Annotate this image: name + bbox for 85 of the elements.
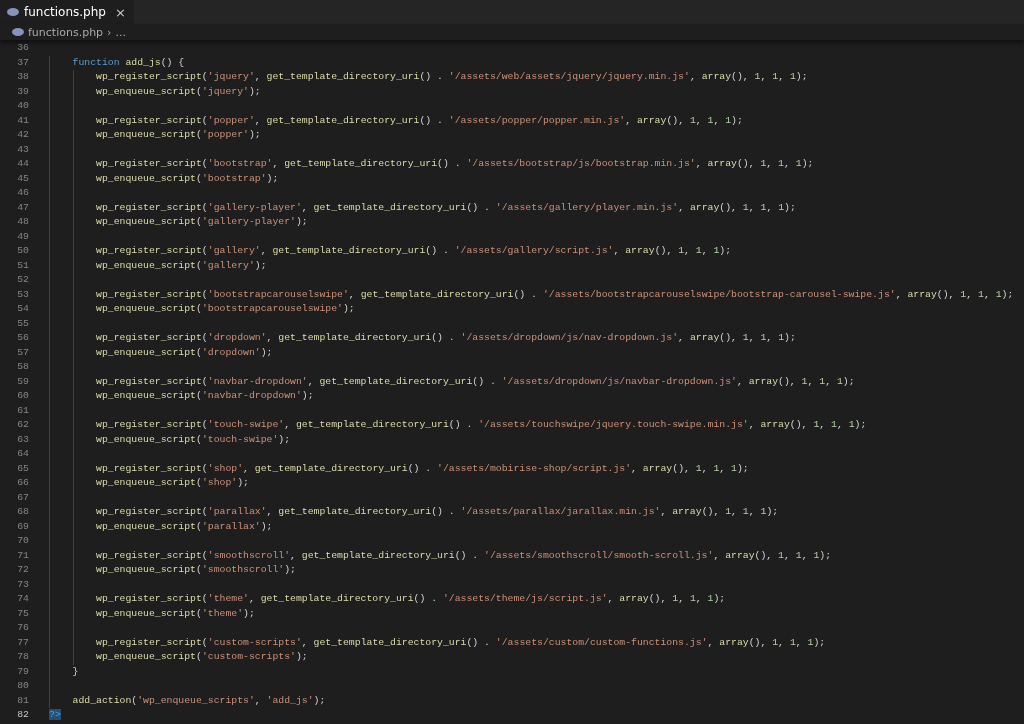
- line-number: 41: [16, 113, 29, 128]
- code-line: wp_enqueue_script('jquery');: [95, 85, 261, 97]
- line-number: 37: [16, 55, 29, 70]
- breadcrumb-item[interactable]: ...: [115, 25, 126, 39]
- line-number: 72: [16, 563, 29, 577]
- code-line: wp_enqueue_script('parallax');: [95, 520, 273, 532]
- line-number: 64: [16, 447, 29, 461]
- line-number: 49: [16, 229, 29, 244]
- code-line: wp_enqueue_script('touch-swipe');: [95, 433, 291, 445]
- line-number: 38: [16, 70, 29, 84]
- code-line: wp_register_script('popper', get_template_directory_uri() . '/assets/popper/popper.min.js', array(), 1, 1, 1);: [95, 114, 743, 126]
- line-number: 73: [16, 577, 29, 592]
- code-line: wp_enqueue_script('custom-scripts');: [95, 651, 308, 662]
- php-file-icon: [12, 28, 24, 36]
- code-line: wp_register_script('dropdown', get_template_directory_uri() . '/assets/dropdown/js/nav-dropdown.js', array(), 1, 1, 1);: [95, 332, 796, 343]
- code-line: wp_register_script('parallax', get_template_directory_uri() . '/assets/parallax/jarallax.min.js', array(), 1, 1, 1);: [95, 506, 779, 517]
- code-line: wp_register_script('shop', get_template_directory_uri() . '/assets/mobirise-shop/script.js', array(), 1, 1, 1);: [95, 462, 749, 474]
- line-number: 44: [16, 157, 29, 171]
- code-line: wp_enqueue_script('theme');: [95, 607, 255, 619]
- code-line: wp_enqueue_script('dropdown');: [95, 346, 273, 358]
- line-number: 60: [16, 389, 29, 403]
- line-number: 55: [16, 316, 29, 331]
- line-number: 71: [16, 548, 29, 563]
- line-number: 61: [16, 403, 29, 418]
- line-number: 69: [16, 519, 29, 534]
- code-line: }: [71, 665, 79, 677]
- line-number: 77: [16, 635, 29, 650]
- code-line: wp_enqueue_script('gallery-player');: [95, 216, 308, 227]
- line-number: 36: [16, 41, 29, 55]
- line-number: 68: [16, 505, 29, 519]
- code-line: wp_register_script('custom-scripts', get_template_directory_uri() . '/assets/custom/custom-functions.js', array(), 1, 1, 1);: [95, 636, 826, 648]
- code-line: function add_js() {: [71, 56, 185, 68]
- code-line: add_action('wp_enqueue_scripts', 'add_js');: [71, 694, 326, 706]
- breadcrumb-item[interactable]: functions.php: [28, 25, 104, 39]
- line-number: 74: [16, 592, 29, 606]
- line-number: 50: [16, 244, 29, 258]
- line-number: 46: [16, 186, 29, 200]
- code-line: wp_register_script('touch-swipe', get_template_directory_uri() . '/assets/touchswipe/jquery.touch-swipe.min.js', array(), 1, 1, 1);: [95, 419, 867, 430]
- line-number: 82: [16, 708, 29, 722]
- line-number: 40: [16, 99, 29, 113]
- code-line: wp_enqueue_script('shop');: [95, 477, 249, 488]
- code-line: wp_register_script('smoothscroll', get_template_directory_uri() . '/assets/smoothscroll/smooth-scroll.js', array(), 1, 1, 1);: [95, 549, 832, 561]
- code-line: wp_enqueue_script('gallery');: [95, 259, 267, 271]
- line-number: 59: [16, 374, 29, 389]
- code-line: wp_register_script('gallery-player', get_template_directory_uri() . '/assets/gallery/player.min.js', array(), 1, 1, 1);: [95, 201, 796, 213]
- line-number: 47: [16, 200, 29, 215]
- line-number: 65: [16, 461, 29, 476]
- code-line: wp_register_script('bootstrap', get_template_directory_uri() . '/assets/bootstrap/js/bootstrap.min.js', array(), 1, 1, 1);: [95, 158, 814, 169]
- line-number: 52: [16, 273, 29, 287]
- line-number: 63: [16, 432, 29, 447]
- line-number: 70: [16, 534, 29, 548]
- code-line: wp_enqueue_script('smoothscroll');: [95, 564, 296, 575]
- code-line: wp_enqueue_script('bootstrapcarouselswipe');: [95, 303, 355, 314]
- line-number: 62: [16, 418, 29, 432]
- editor-tab[interactable]: functions.php ×: [0, 0, 134, 24]
- line-number: 56: [16, 331, 29, 345]
- line-number: 42: [16, 128, 29, 142]
- line-number: 48: [16, 215, 29, 229]
- line-number: 39: [16, 84, 29, 99]
- code-line: wp_enqueue_script('popper');: [95, 129, 261, 140]
- line-number: 53: [16, 287, 29, 302]
- code-line: wp_register_script('bootstrapcarouselswipe', get_template_directory_uri() . '/assets/bootstrapcarouselswipe/bootstrap-carousel-swipe.js', array(), 1, 1, 1);: [95, 288, 1014, 300]
- line-number: 80: [16, 679, 29, 693]
- close-icon[interactable]: ×: [114, 4, 126, 20]
- line-number: 66: [16, 476, 29, 490]
- line-number: 58: [16, 360, 29, 374]
- line-number: 78: [16, 650, 29, 664]
- line-number: 45: [16, 171, 29, 186]
- line-number: 51: [16, 258, 29, 273]
- line-number: 81: [16, 693, 29, 708]
- code-line: wp_register_script('gallery', get_template_directory_uri() . '/assets/gallery/script.js', array(), 1, 1, 1);: [95, 245, 732, 256]
- code-line: wp_register_script('navbar-dropdown', get_template_directory_uri() . '/assets/dropdown/js/navbar-dropdown.js', array(), 1, 1, 1);: [95, 375, 855, 387]
- line-number: 57: [16, 345, 29, 360]
- code-line: wp_enqueue_script('navbar-dropdown');: [95, 390, 314, 401]
- chevron-icon: ›: [107, 25, 112, 39]
- code-line: wp_register_script('jquery', get_template_directory_uri() . '/assets/web/assets/jquery/jquery.min.js', array(), 1, 1, 1);: [95, 71, 808, 82]
- line-number: 79: [16, 664, 29, 679]
- php-file-icon: [7, 8, 19, 16]
- line-number: 54: [16, 302, 29, 316]
- line-number: 76: [16, 621, 29, 635]
- line-number: 43: [16, 142, 29, 157]
- code-line: wp_enqueue_script('bootstrap');: [95, 172, 279, 184]
- line-number: 75: [16, 606, 29, 621]
- line-number: 67: [16, 490, 29, 505]
- code-line: wp_register_script('theme', get_template_directory_uri() . '/assets/theme/js/script.js', array(), 1, 1, 1);: [95, 593, 726, 604]
